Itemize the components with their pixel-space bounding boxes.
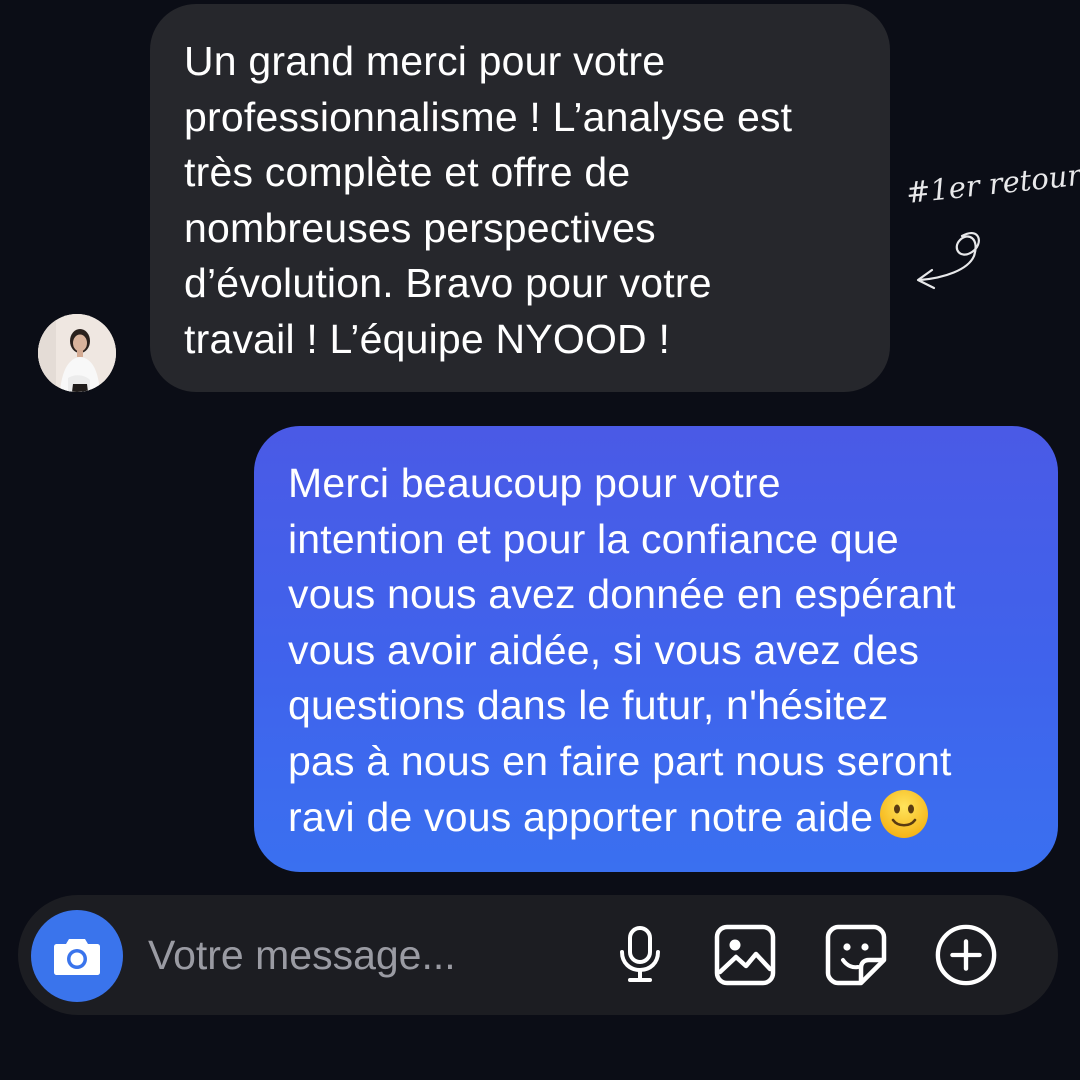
message-text-line: vous avoir aidée, si vous avez des [288, 626, 920, 673]
message-text-line: intention et pour la confiance que [288, 515, 899, 562]
chat-screen: Un grand merci pour votre professionnali… [0, 0, 1080, 1080]
message-input[interactable] [148, 925, 588, 985]
image-icon [714, 924, 776, 986]
sticker-icon [825, 924, 887, 986]
more-button[interactable] [934, 923, 998, 987]
message-text-line: pas à nous en faire part nous seront [288, 737, 952, 784]
plus-circle-icon [935, 924, 997, 986]
message-text-line: questions dans le futur, n'hésitez [288, 682, 889, 728]
message-composer [18, 895, 1058, 1015]
sticker-button[interactable] [824, 923, 888, 987]
microphone-button[interactable] [608, 923, 672, 987]
avatar[interactable] [38, 314, 116, 392]
message-text-line: vous nous avez donnée en espérant [288, 571, 956, 617]
message-text-line: nombreuses perspectives [184, 204, 656, 251]
message-text: ravi de vous apporter notre aide [288, 794, 874, 840]
message-text-line: Merci beaucoup pour votre [288, 460, 781, 506]
message-text-line: Un grand merci pour votre [184, 38, 666, 84]
message-text-line: très complète et offre de [184, 149, 631, 195]
camera-button[interactable] [31, 910, 123, 1002]
handwritten-annotation: #1er retour [900, 158, 1080, 300]
message-text-line: d’évolution. Bravo pour votre [184, 260, 712, 306]
outgoing-message-bubble[interactable]: Merci beaucoup pour votre intention et p… [254, 426, 1058, 872]
avatar-photo [38, 314, 116, 392]
curly-arrow-icon [916, 232, 980, 290]
microphone-icon [620, 926, 660, 982]
gallery-button[interactable] [713, 923, 777, 987]
incoming-message-bubble[interactable]: Un grand merci pour votre professionnali… [150, 4, 890, 392]
camera-icon [54, 939, 100, 975]
slightly-smiling-face-icon [879, 789, 929, 839]
message-text-line: travail ! L’équipe NYOOD ! [184, 315, 671, 362]
message-text-line-last: ravi de vous apporter notre aide [288, 789, 1038, 846]
message-text-line: professionnalisme ! L’analyse est [184, 93, 793, 140]
